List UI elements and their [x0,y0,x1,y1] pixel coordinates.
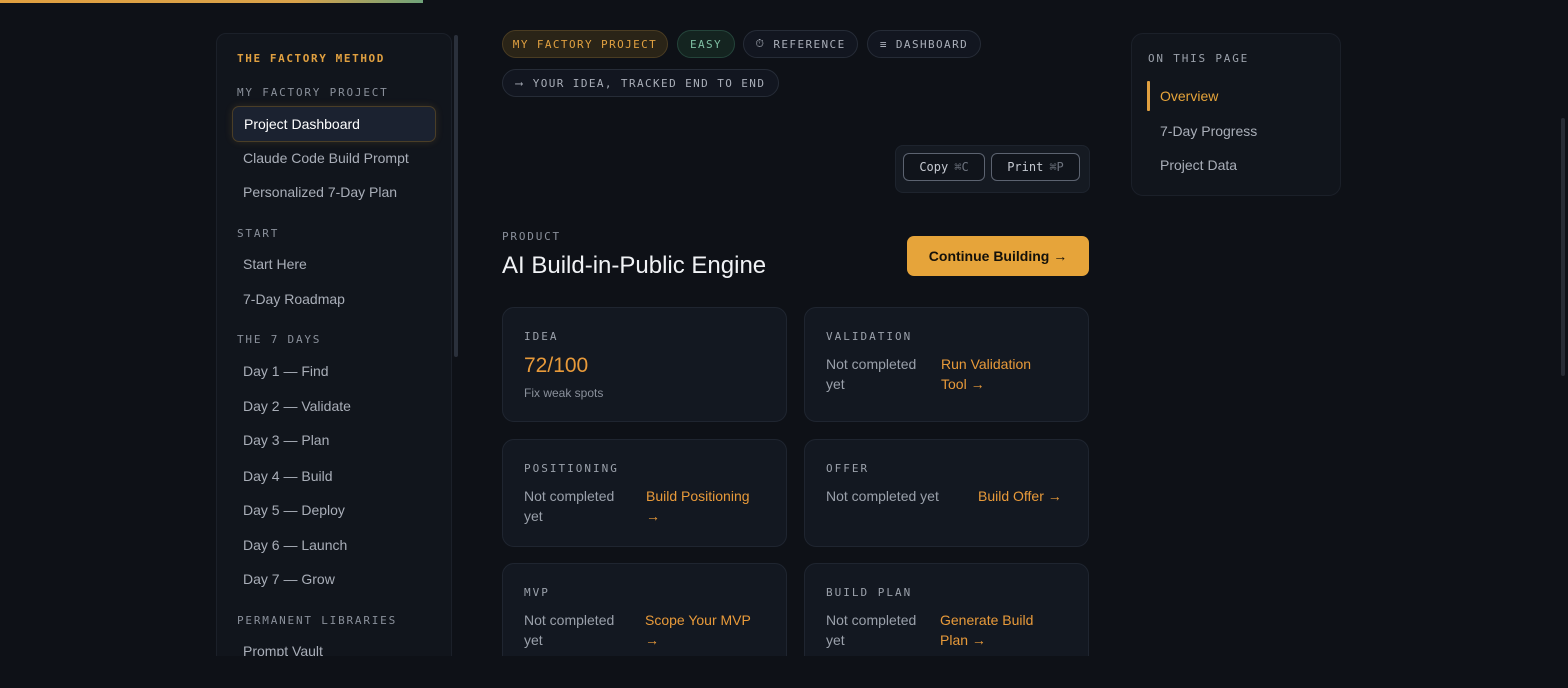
sidebar-item-label: Project Dashboard [244,116,360,132]
sidebar-heading-permanent-libraries: PERMANENT LIBRARIES [237,614,398,627]
print-button-label: Print [1007,160,1044,174]
sidebar-item-personalized-7-day-plan[interactable]: Personalized 7-Day Plan [243,184,397,200]
sidebar-heading-my-factory-project: MY FACTORY PROJECT [237,86,389,99]
toc-item-overview[interactable]: Overview [1160,88,1218,104]
build-offer-link[interactable]: Build Offer → [978,486,1062,506]
build-positioning-link[interactable]: Build Positioning → [646,486,750,526]
build-plan-card: BUILD PLAN Not completed yet Generate Bu… [804,563,1089,671]
card-status-line: yet [524,632,543,648]
toc-item-7-day-progress[interactable]: 7-Day Progress [1160,123,1257,139]
sidebar-item-day-3[interactable]: Day 3 — Plan [243,432,329,448]
card-status-line: Not completed [524,612,615,628]
print-button[interactable]: Print ⌘P [991,153,1080,181]
card-status: Not completed yet [524,610,614,650]
sidebar-item-day-7[interactable]: Day 7 — Grow [243,571,335,587]
idea-score-note: Fix weak spots [524,386,604,400]
copy-shortcut: ⌘C [954,160,969,174]
card-status-line: Not completed [524,488,615,504]
difficulty-badge: EASY [677,30,735,58]
idea-score: 72/100 [524,354,589,377]
copy-button-label: Copy [919,160,949,174]
card-link-line: Build Positioning [646,488,750,504]
card-link-line: Plan → [940,632,986,648]
scope-your-mvp-link[interactable]: Scope Your MVP → [645,610,751,650]
card-label: POSITIONING [524,462,619,475]
card-link-line: Tool → [941,376,985,392]
sidebar-scrollbar[interactable] [454,35,458,357]
list-icon: ≡ [879,37,888,51]
card-status-line: yet [826,632,845,648]
reference-tag[interactable]: ⏱ REFERENCE [743,30,858,58]
card-link-line: Run Validation [941,356,1032,372]
validation-card: VALIDATION Not completed yet Run Validat… [804,307,1089,422]
sidebar-heading-start: START [237,227,280,240]
arrow-right-icon: ⟶ [515,76,524,90]
card-label: BUILD PLAN [826,586,913,599]
sidebar-item-day-1[interactable]: Day 1 — Find [243,363,329,379]
clock-icon: ⏱ [755,37,766,50]
dashboard-label: DASHBOARD [895,37,969,51]
page-scrollbar[interactable] [1561,118,1565,376]
project-tag: MY FACTORY PROJECT [502,30,668,58]
reading-progress-fill [0,0,423,3]
sidebar-item-day-4[interactable]: Day 4 — Build [243,468,332,484]
card-status: Not completed yet [826,488,939,504]
run-validation-tool-link[interactable]: Run Validation Tool → [941,354,1031,394]
continue-building-button[interactable]: Continue Building → [907,236,1089,276]
card-status-line: yet [524,508,543,524]
reference-label: REFERENCE [773,37,846,51]
toc-item-project-data[interactable]: Project Data [1160,157,1237,173]
card-label: MVP [524,586,550,599]
card-status-line: Not completed [826,612,917,628]
copy-button[interactable]: Copy ⌘C [903,153,985,181]
product-label: PRODUCT [502,230,561,243]
toc-active-indicator [1147,81,1150,111]
idea-card: IDEA 72/100 Fix weak spots [502,307,787,422]
sidebar-item-project-dashboard[interactable]: Project Dashboard [232,106,436,142]
sidebar-item-start-here[interactable]: Start Here [243,256,307,272]
page-title: AI Build-in-Public Engine [502,252,767,279]
card-link-line: Scope Your MVP [645,612,751,628]
card-link-line: Generate Build [940,612,1034,628]
card-link-line: → [646,508,660,524]
sidebar-nav: THE FACTORY METHOD MY FACTORY PROJECT Pr… [216,33,452,675]
sidebar-brand[interactable]: THE FACTORY METHOD [237,52,385,65]
toc-heading: ON THIS PAGE [1148,52,1250,65]
card-status: Not completed yet [826,610,916,650]
sidebar-heading-the-7-days: THE 7 DAYS [237,333,322,346]
card-status: Not completed yet [826,354,916,394]
card-status: Not completed yet [524,486,614,526]
viewport-bottom-edge [0,656,1568,688]
mvp-card: MVP Not completed yet Scope Your MVP → [502,563,787,671]
subtitle-tag: ⟶ YOUR IDEA, TRACKED END TO END [502,69,779,97]
sidebar-item-7-day-roadmap[interactable]: 7-Day Roadmap [243,291,345,307]
dashboard-tag[interactable]: ≡ DASHBOARD [867,30,981,58]
sidebar-item-day-5[interactable]: Day 5 — Deploy [243,502,345,518]
card-status-line: Not completed [826,356,917,372]
generate-build-plan-link[interactable]: Generate Build Plan → [940,610,1033,650]
card-label: OFFER [826,462,870,475]
sidebar-item-day-2[interactable]: Day 2 — Validate [243,398,351,414]
sidebar-item-claude-code-build-prompt[interactable]: Claude Code Build Prompt [243,150,409,166]
on-this-page-toc: ON THIS PAGE Overview 7-Day Progress Pro… [1131,33,1341,196]
card-label: VALIDATION [826,330,913,343]
card-status-line: yet [826,376,845,392]
sidebar-item-day-6[interactable]: Day 6 — Launch [243,537,347,553]
card-label: IDEA [524,330,559,343]
offer-card: OFFER Not completed yet Build Offer → [804,439,1089,547]
positioning-card: POSITIONING Not completed yet Build Posi… [502,439,787,547]
print-shortcut: ⌘P [1049,160,1064,174]
card-link-line: → [645,632,659,648]
subtitle-label: YOUR IDEA, TRACKED END TO END [532,76,766,90]
reading-progress-bar [0,0,1568,3]
